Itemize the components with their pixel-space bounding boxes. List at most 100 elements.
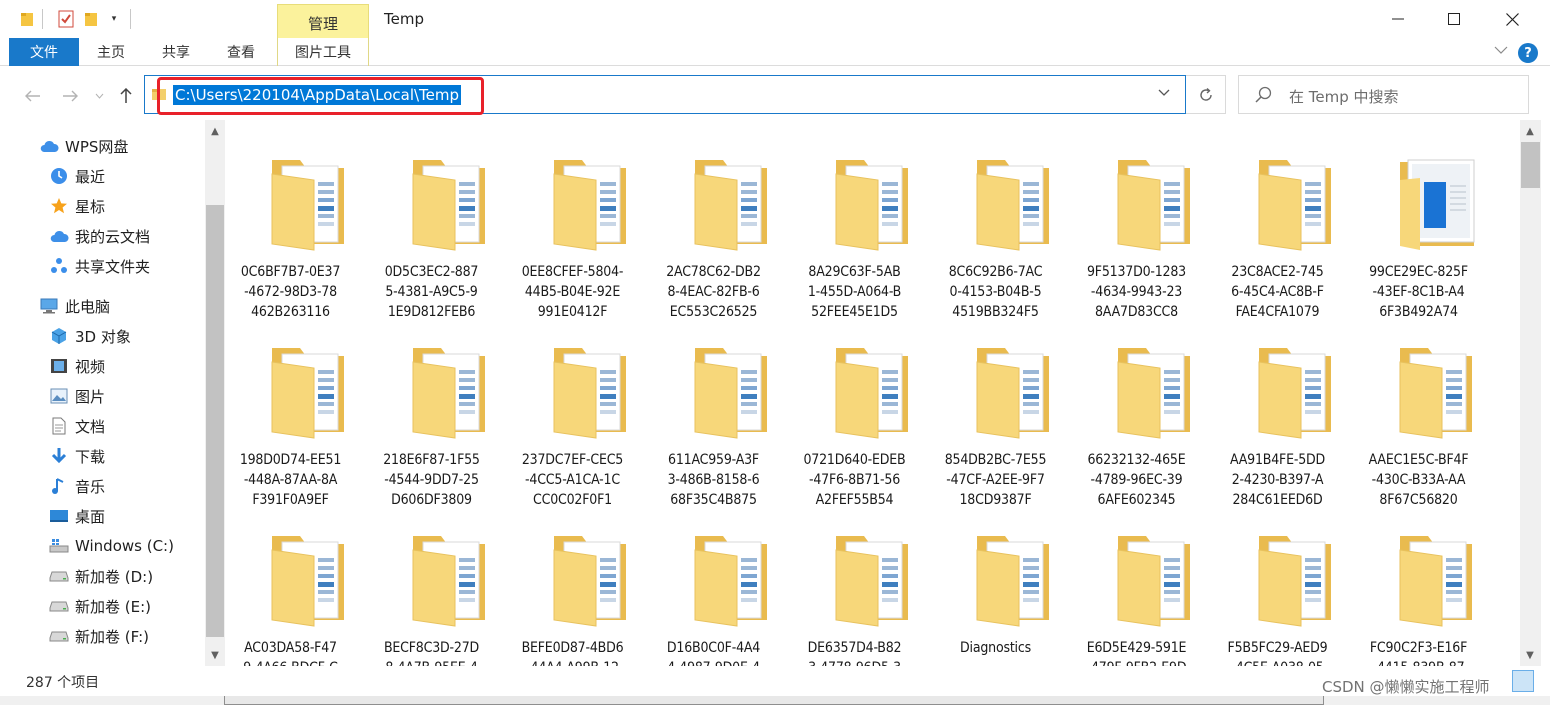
properties-icon[interactable] bbox=[56, 8, 76, 30]
back-button[interactable] bbox=[22, 84, 44, 108]
sidebar-item-label: 图片 bbox=[75, 387, 106, 406]
item-name: 0C6BF7B7-0E37 -4672-98D3-78 462B263116 bbox=[240, 264, 341, 320]
sidebar-item[interactable]: 此电脑 bbox=[38, 294, 110, 318]
recent-locations-button[interactable] bbox=[92, 84, 106, 108]
maximize-icon bbox=[1448, 13, 1460, 25]
up-button[interactable] bbox=[116, 84, 136, 108]
sidebar-item[interactable]: 星标 bbox=[48, 194, 105, 218]
sidebar-item[interactable]: 新加卷 (E:) bbox=[48, 594, 151, 618]
folder-item[interactable]: 0721D640-EDEB -47F6-8B71-56 A2FEF55B54 bbox=[792, 318, 917, 508]
folder-icon bbox=[266, 152, 356, 252]
maximize-button[interactable] bbox=[1426, 0, 1482, 38]
folder-item[interactable]: 198D0D74-EE51 -448A-87AA-8A F391F0A9EF bbox=[228, 318, 353, 508]
folder-quick-icon[interactable] bbox=[18, 8, 36, 30]
tab-file[interactable]: 文件 bbox=[9, 38, 79, 66]
scroll-up-icon[interactable]: ▲ bbox=[1520, 122, 1540, 140]
file-item[interactable]: 99CE29EC-825F -43EF-8C1B-A4 6F3B492A74 bbox=[1356, 130, 1481, 320]
folder-item[interactable]: AA91B4FE-5DD 2-4230-B397-A 284C61EED6D bbox=[1215, 318, 1343, 508]
item-name: E6D5E429-591E -479F-9FB2-E9D bbox=[1086, 640, 1187, 666]
customize-toolbar-icon[interactable]: ▾ bbox=[106, 8, 122, 30]
sidebar-item[interactable]: 音乐 bbox=[48, 474, 105, 498]
folder-item[interactable]: 0EE8CFEF-5804- 44B5-B04E-92E 991E0412F bbox=[510, 130, 635, 320]
large-icons-view-button[interactable] bbox=[1512, 670, 1534, 692]
folder-item[interactable]: AC03DA58-F47 9-4A66-BDCF-C bbox=[228, 506, 353, 666]
folder-item[interactable]: BEFE0D87-4BD6 -44A4-A99B-12 bbox=[510, 506, 635, 666]
sidebar-item[interactable]: 桌面 bbox=[48, 504, 105, 528]
folder-item[interactable]: 0C6BF7B7-0E37 -4672-98D3-78 462B263116 bbox=[228, 130, 356, 320]
sidebar-item-label: 音乐 bbox=[75, 477, 106, 496]
folder-item[interactable]: AAEC1E5C-BF4F -430C-B33A-AA 8F67C56820 bbox=[1356, 318, 1484, 508]
folder-icon bbox=[1253, 340, 1343, 440]
folder-icon bbox=[266, 528, 356, 628]
folder-item[interactable]: F5B5FC29-AED9 -4C5E-A038-05 bbox=[1215, 506, 1340, 666]
folder-item[interactable]: 66232132-465E -4789-96EC-39 6AFE602345 bbox=[1074, 318, 1199, 508]
minimize-button[interactable] bbox=[1370, 0, 1426, 38]
taskbar-preview-strip bbox=[224, 696, 1324, 705]
folder-item[interactable]: 218E6F87-1F55 -4544-9DD7-25 D606DF3809 bbox=[369, 318, 494, 508]
file-explorer-window: ▾ 管理 Temp 文件 主页 共享 查看 图片工具 ? C:\Users\22… bbox=[0, 0, 1550, 696]
folder-item[interactable]: 854DB2BC-7E55 -47CF-A2EE-9F7 18CD9387F bbox=[933, 318, 1058, 508]
scroll-down-icon[interactable]: ▼ bbox=[1520, 646, 1540, 664]
folder-item[interactable]: 2AC78C62-DB2 8-4EAC-82FB-6 EC553C26525 bbox=[651, 130, 776, 320]
sidebar-item[interactable]: 共享文件夹 bbox=[48, 254, 150, 278]
sidebar-item[interactable]: 新加卷 (D:) bbox=[48, 564, 153, 588]
folder-item[interactable]: 237DC7EF-CEC5 -4CC5-A1CA-1C CC0C02F0F1 bbox=[510, 318, 635, 508]
sidebar-item[interactable]: 图片 bbox=[48, 384, 105, 408]
folder-icon bbox=[1394, 340, 1484, 440]
folder-icon bbox=[407, 152, 497, 252]
sidebar-item[interactable]: WPS网盘 bbox=[38, 134, 128, 158]
item-count: 287 个项目 bbox=[26, 675, 100, 691]
folder-item[interactable]: BECF8C3D-27D 8-4A7B-95EE-4 bbox=[369, 506, 494, 666]
item-name: 2AC78C62-DB2 8-4EAC-82FB-6 EC553C26525 bbox=[666, 264, 761, 320]
folder-item[interactable]: 611AC959-A3F 3-486B-8158-6 68F35C4B875 bbox=[651, 318, 776, 508]
file-list: 0C6BF7B7-0E37 -4672-98D3-78 462B263116 0D… bbox=[228, 120, 1518, 666]
scrollbar-thumb[interactable] bbox=[206, 205, 224, 637]
folder-item[interactable]: 23C8ACE2-745 6-45C4-AC8B-F FAE4CFA1079 bbox=[1215, 130, 1340, 320]
tab-home[interactable]: 主页 bbox=[86, 38, 136, 66]
tab-share[interactable]: 共享 bbox=[151, 38, 201, 66]
navigation-scrollbar[interactable]: ▲ ▼ bbox=[205, 120, 225, 666]
item-name: 218E6F87-1F55 -4544-9DD7-25 D606DF3809 bbox=[383, 452, 480, 508]
address-dropdown-button[interactable] bbox=[1158, 85, 1170, 101]
sidebar-item[interactable]: 文档 bbox=[48, 414, 105, 438]
folder-item[interactable]: DE6357D4-B82 3-4778-96D5-3 bbox=[792, 506, 917, 666]
folder-icon bbox=[830, 152, 920, 252]
new-folder-icon[interactable] bbox=[82, 8, 100, 30]
watermark: CSDN @懒懒实施工程师 bbox=[1322, 678, 1490, 696]
sidebar-item[interactable]: 3D 对象 bbox=[48, 324, 131, 348]
sidebar-item-label: 下载 bbox=[75, 447, 106, 466]
folder-item[interactable]: 0D5C3EC2-887 5-4381-A9C5-9 1E9D812FEB6 bbox=[369, 130, 497, 320]
refresh-button[interactable] bbox=[1186, 75, 1226, 114]
tab-picture-tools[interactable]: 图片工具 bbox=[277, 38, 369, 66]
tab-view[interactable]: 查看 bbox=[216, 38, 266, 66]
picture-icon bbox=[48, 386, 70, 406]
sidebar-item-label: 桌面 bbox=[75, 507, 106, 526]
content-scrollbar[interactable]: ▲ ▼ bbox=[1520, 120, 1541, 666]
folder-item[interactable]: 8A29C63F-5AB 1-455D-A064-B 52FEE45E1D5 bbox=[792, 130, 920, 320]
item-name: 66232132-465E -4789-96EC-39 6AFE602345 bbox=[1087, 452, 1186, 508]
sidebar-item[interactable]: 视频 bbox=[48, 354, 105, 378]
folder-item[interactable]: 8C6C92B6-7AC 0-4153-B04B-5 4519BB324F5 bbox=[933, 130, 1058, 320]
folder-item[interactable]: D16B0C0F-4A4 4-4987-9D0E-4 bbox=[651, 506, 776, 666]
forward-button[interactable] bbox=[59, 84, 81, 108]
sidebar-item[interactable]: 最近 bbox=[48, 164, 105, 188]
cube-icon bbox=[48, 326, 70, 346]
annotation-highlight-box bbox=[157, 77, 484, 115]
manage-context-tab[interactable]: 管理 bbox=[277, 4, 369, 38]
scrollbar-thumb[interactable] bbox=[1521, 142, 1540, 188]
folder-item[interactable]: FC90C2F3-E16F -4415-839B-87 bbox=[1356, 506, 1481, 666]
folder-item[interactable]: E6D5E429-591E -479F-9FB2-E9D bbox=[1074, 506, 1199, 666]
sidebar-item[interactable]: 新加卷 (F:) bbox=[48, 624, 149, 648]
folder-item[interactable]: 9F5137D0-1283 -4634-9943-23 8AA7D83CC8 bbox=[1074, 130, 1202, 320]
sidebar-item[interactable]: 我的云文档 bbox=[48, 224, 150, 248]
search-box[interactable]: 在 Temp 中搜索 bbox=[1238, 75, 1529, 114]
sidebar-item[interactable]: Windows (C:) bbox=[48, 534, 174, 558]
folder-icon bbox=[1112, 152, 1202, 252]
help-icon[interactable]: ? bbox=[1518, 43, 1538, 63]
close-button[interactable] bbox=[1484, 0, 1540, 38]
folder-item[interactable]: Diagnostics bbox=[933, 506, 1058, 666]
sidebar-item[interactable]: 下载 bbox=[48, 444, 105, 468]
scroll-down-icon[interactable]: ▼ bbox=[205, 646, 225, 664]
scroll-up-icon[interactable]: ▲ bbox=[205, 122, 225, 140]
expand-ribbon-icon[interactable] bbox=[1494, 43, 1508, 57]
